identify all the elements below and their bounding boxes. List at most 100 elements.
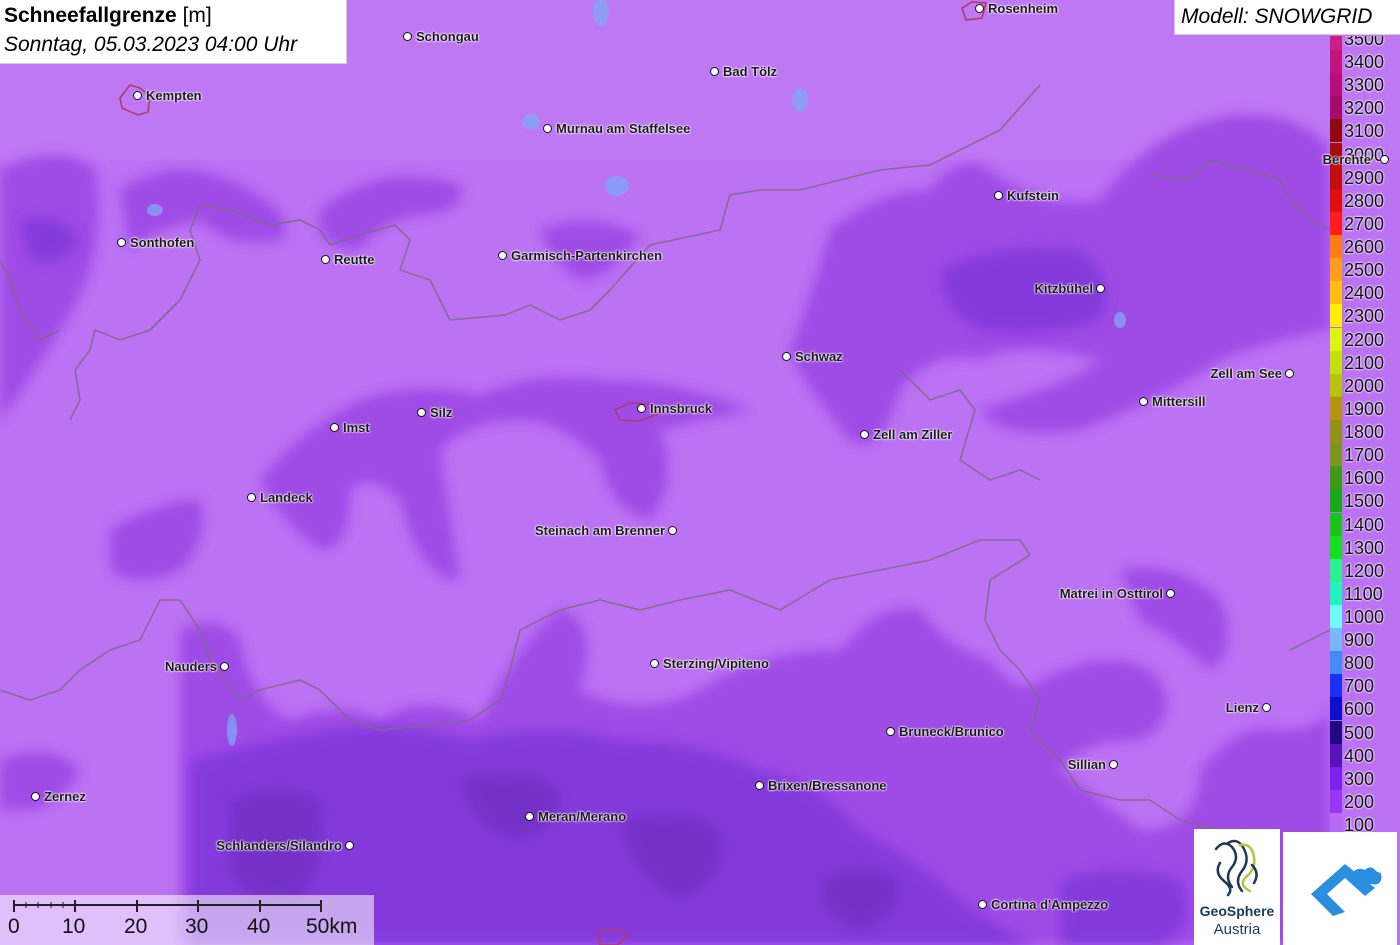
legend-row: 1900 — [1330, 396, 1400, 420]
legend-swatch — [1330, 211, 1342, 235]
city-label: Landeck — [260, 490, 313, 505]
legend-row: 900 — [1330, 628, 1400, 652]
legend-label: 3100 — [1344, 121, 1385, 142]
legend-swatch — [1330, 73, 1342, 97]
legend-label: 1100 — [1344, 583, 1383, 604]
legend-swatch — [1330, 789, 1342, 813]
legend-label: 100 — [1344, 815, 1375, 832]
city-marker-icon — [1109, 760, 1118, 769]
legend-swatch — [1330, 512, 1342, 536]
city-label: Zell am See — [1210, 366, 1282, 381]
city-label: Schlanders/Silandro — [216, 838, 342, 853]
legend-row: 3100 — [1330, 119, 1400, 143]
city-label: Silz — [430, 405, 453, 420]
city-label: Lienz — [1225, 700, 1259, 715]
legend-swatch — [1330, 96, 1342, 120]
legend-row: 700 — [1330, 674, 1400, 698]
city-label: Zell am Ziller — [873, 427, 953, 442]
legend-label: 2900 — [1344, 167, 1385, 188]
legend-row: 200 — [1330, 789, 1400, 813]
legend-row: 2500 — [1330, 258, 1400, 282]
legend-label: 600 — [1344, 699, 1375, 720]
legend-label: 3300 — [1344, 75, 1385, 96]
legend-swatch — [1330, 373, 1342, 397]
legend-swatch — [1330, 581, 1342, 605]
city-marker-icon — [498, 251, 507, 260]
city-marker-icon — [1139, 397, 1148, 406]
legend-swatch — [1330, 813, 1342, 832]
legend-swatch — [1330, 605, 1342, 628]
map-title: Schneefallgrenze [m] — [4, 4, 212, 28]
legend-row: 800 — [1330, 651, 1400, 675]
legend-row: 1800 — [1330, 420, 1400, 444]
map-title-main: Schneefallgrenze — [4, 4, 177, 27]
city-label: Kitzbühel — [1034, 281, 1094, 296]
city-marker-icon — [220, 662, 229, 671]
city-marker-icon — [668, 526, 677, 535]
legend-swatch — [1330, 674, 1342, 698]
scale-label-20: 20 — [124, 915, 148, 938]
legend-swatch — [1330, 766, 1342, 790]
legend-row: 1500 — [1330, 489, 1400, 513]
legend-row: 2100 — [1330, 350, 1400, 374]
scale-label-40: 40 — [247, 915, 271, 938]
model-box: Modell: SNOWGRID — [1174, 0, 1400, 35]
city-marker-icon — [650, 659, 659, 668]
legend-label: 2300 — [1344, 306, 1385, 327]
legend-label: 2400 — [1344, 283, 1385, 304]
city-label: Kempten — [146, 88, 202, 103]
legend-label: 2800 — [1344, 190, 1385, 211]
legend-row: 3400 — [1330, 50, 1400, 74]
legend-swatch — [1330, 36, 1342, 50]
legend-row: 2900 — [1330, 165, 1400, 189]
legend-row: 2700 — [1330, 211, 1400, 235]
scale-label-50: 50km — [306, 915, 358, 938]
legend-row: 2800 — [1330, 188, 1400, 212]
legend-swatch — [1330, 443, 1342, 467]
legend-row: 3300 — [1330, 73, 1400, 97]
legend-row: 2200 — [1330, 327, 1400, 351]
city-label: Sillian — [1067, 757, 1106, 772]
legend-row: 2400 — [1330, 281, 1400, 305]
legend-row: 300 — [1330, 766, 1400, 790]
city-label: Zernez — [44, 789, 86, 804]
legend-swatch — [1330, 558, 1342, 582]
city-marker-icon — [543, 124, 552, 133]
legend-label: 800 — [1344, 653, 1375, 674]
snowfall-limit-map — [0, 0, 1400, 945]
legend-label: 2100 — [1344, 352, 1385, 373]
city-marker-icon — [321, 255, 330, 264]
city-label: Garmisch-Partenkirchen — [511, 248, 663, 263]
legend-swatch — [1330, 258, 1342, 282]
legend-swatch — [1330, 188, 1342, 212]
legend-label: 1700 — [1344, 445, 1385, 466]
legend-swatch — [1330, 396, 1342, 420]
city-label: Murnau am Staffelsee — [556, 121, 691, 136]
city-marker-icon — [1285, 369, 1294, 378]
city-marker-icon — [133, 91, 142, 100]
legend-swatch — [1330, 165, 1342, 189]
legend-swatch — [1330, 281, 1342, 305]
city-marker-icon — [860, 430, 869, 439]
legend-label: 400 — [1344, 745, 1375, 766]
geosphere-name: GeoSphere — [1199, 903, 1275, 919]
legend-row: 500 — [1330, 720, 1400, 744]
legend-row: 1000 — [1330, 605, 1400, 628]
legend-label: 2500 — [1344, 260, 1385, 281]
scale-label-30: 30 — [185, 915, 209, 938]
city-label: Bad Tölz — [723, 64, 778, 79]
legend-swatch — [1330, 50, 1342, 74]
geosphere-emblem-icon — [1214, 839, 1258, 897]
legend-label: 2700 — [1344, 213, 1385, 234]
map-title-box: Schneefallgrenze [m] Sonntag, 05.03.2023… — [0, 0, 347, 64]
legend-label: 1300 — [1344, 537, 1385, 558]
city-marker-icon — [1096, 284, 1105, 293]
cloud-arrow-icon — [1311, 864, 1382, 916]
city-marker-icon — [886, 727, 895, 736]
cloud-logo — [1283, 832, 1397, 945]
legend-row: 1200 — [1330, 558, 1400, 582]
legend-label: 1200 — [1344, 560, 1385, 581]
legend-swatch — [1330, 743, 1342, 767]
city-label: Mittersill — [1152, 394, 1206, 409]
legend-label: 1500 — [1344, 491, 1385, 512]
